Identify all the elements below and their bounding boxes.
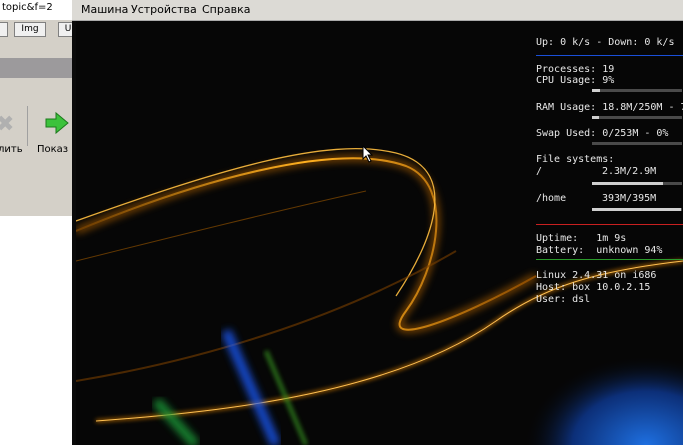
swap-bar <box>592 142 682 145</box>
toolbar-label-show[interactable]: Показ <box>37 144 68 155</box>
fs-home-bar <box>592 208 682 211</box>
filesystems-header: File systems: <box>536 154 615 165</box>
cpu-bar-fill <box>592 89 601 92</box>
toolbar-separator <box>27 106 28 146</box>
title-strip <box>0 58 72 78</box>
menu-bar: Машина Устройства Справка <box>72 0 683 21</box>
vm-window: Машина Устройства Справка Up: 0 k/s - Do… <box>72 0 683 445</box>
host-info: Host: box 10.0.2.15 <box>536 282 651 293</box>
fs-root-value: 2.3M/2.9M <box>602 166 657 177</box>
toolbar-spacer <box>0 38 72 58</box>
format-button-row: Img U <box>0 20 72 38</box>
fs-root-label: / <box>536 166 543 177</box>
fs-home-label: /home <box>536 193 567 204</box>
page-body <box>0 216 72 445</box>
user-info: User: dsl <box>536 294 591 305</box>
address-bar[interactable]: topic&f=2 <box>0 0 72 20</box>
ram-bar <box>592 116 682 119</box>
menu-help[interactable]: Справка <box>202 3 250 16</box>
ram-usage: RAM Usage: 18.8M/250M - 7 <box>536 102 683 113</box>
background-browser-window: topic&f=2 Img U ✖ лить Показ <box>0 0 72 445</box>
fs-root-bar <box>592 182 682 185</box>
menu-devices[interactable]: Устройства <box>131 3 197 16</box>
fs-home-bar-fill <box>592 208 682 211</box>
u-button[interactable]: U <box>58 22 72 37</box>
menu-machine[interactable]: Машина <box>81 3 128 16</box>
mouse-pointer-icon <box>362 145 374 163</box>
divider-blue <box>536 55 683 56</box>
arrow-left-icon[interactable]: ✖ <box>0 112 14 137</box>
fs-root-bar-fill <box>592 182 664 185</box>
arrow-right-icon[interactable] <box>44 110 72 136</box>
img-button[interactable]: Img <box>14 22 46 37</box>
battery: Battery: unknown 94% <box>536 245 663 256</box>
kernel-info: Linux 2.4.31 on i686 <box>536 270 657 281</box>
uptime: Uptime: 1m 9s <box>536 233 627 244</box>
format-button[interactable] <box>0 22 8 37</box>
process-count: Processes: 19 <box>536 64 615 75</box>
divider-red <box>536 224 683 225</box>
guest-desktop[interactable]: Up: 0 k/s - Down: 0 k/s Processes: 19 CP… <box>76 21 683 445</box>
ram-bar-fill <box>592 116 599 119</box>
swap-usage: Swap Used: 0/253M - 0% <box>536 128 669 139</box>
cpu-usage: CPU Usage: 9% <box>536 75 615 86</box>
toolbar-label-delete[interactable]: лить <box>0 144 23 155</box>
cpu-bar <box>592 89 682 92</box>
browser-toolbar: ✖ лить Показ <box>0 78 72 216</box>
divider-green <box>536 259 683 260</box>
network-speed: Up: 0 k/s - Down: 0 k/s <box>536 37 675 48</box>
fs-home-value: 393M/395M <box>602 193 657 204</box>
